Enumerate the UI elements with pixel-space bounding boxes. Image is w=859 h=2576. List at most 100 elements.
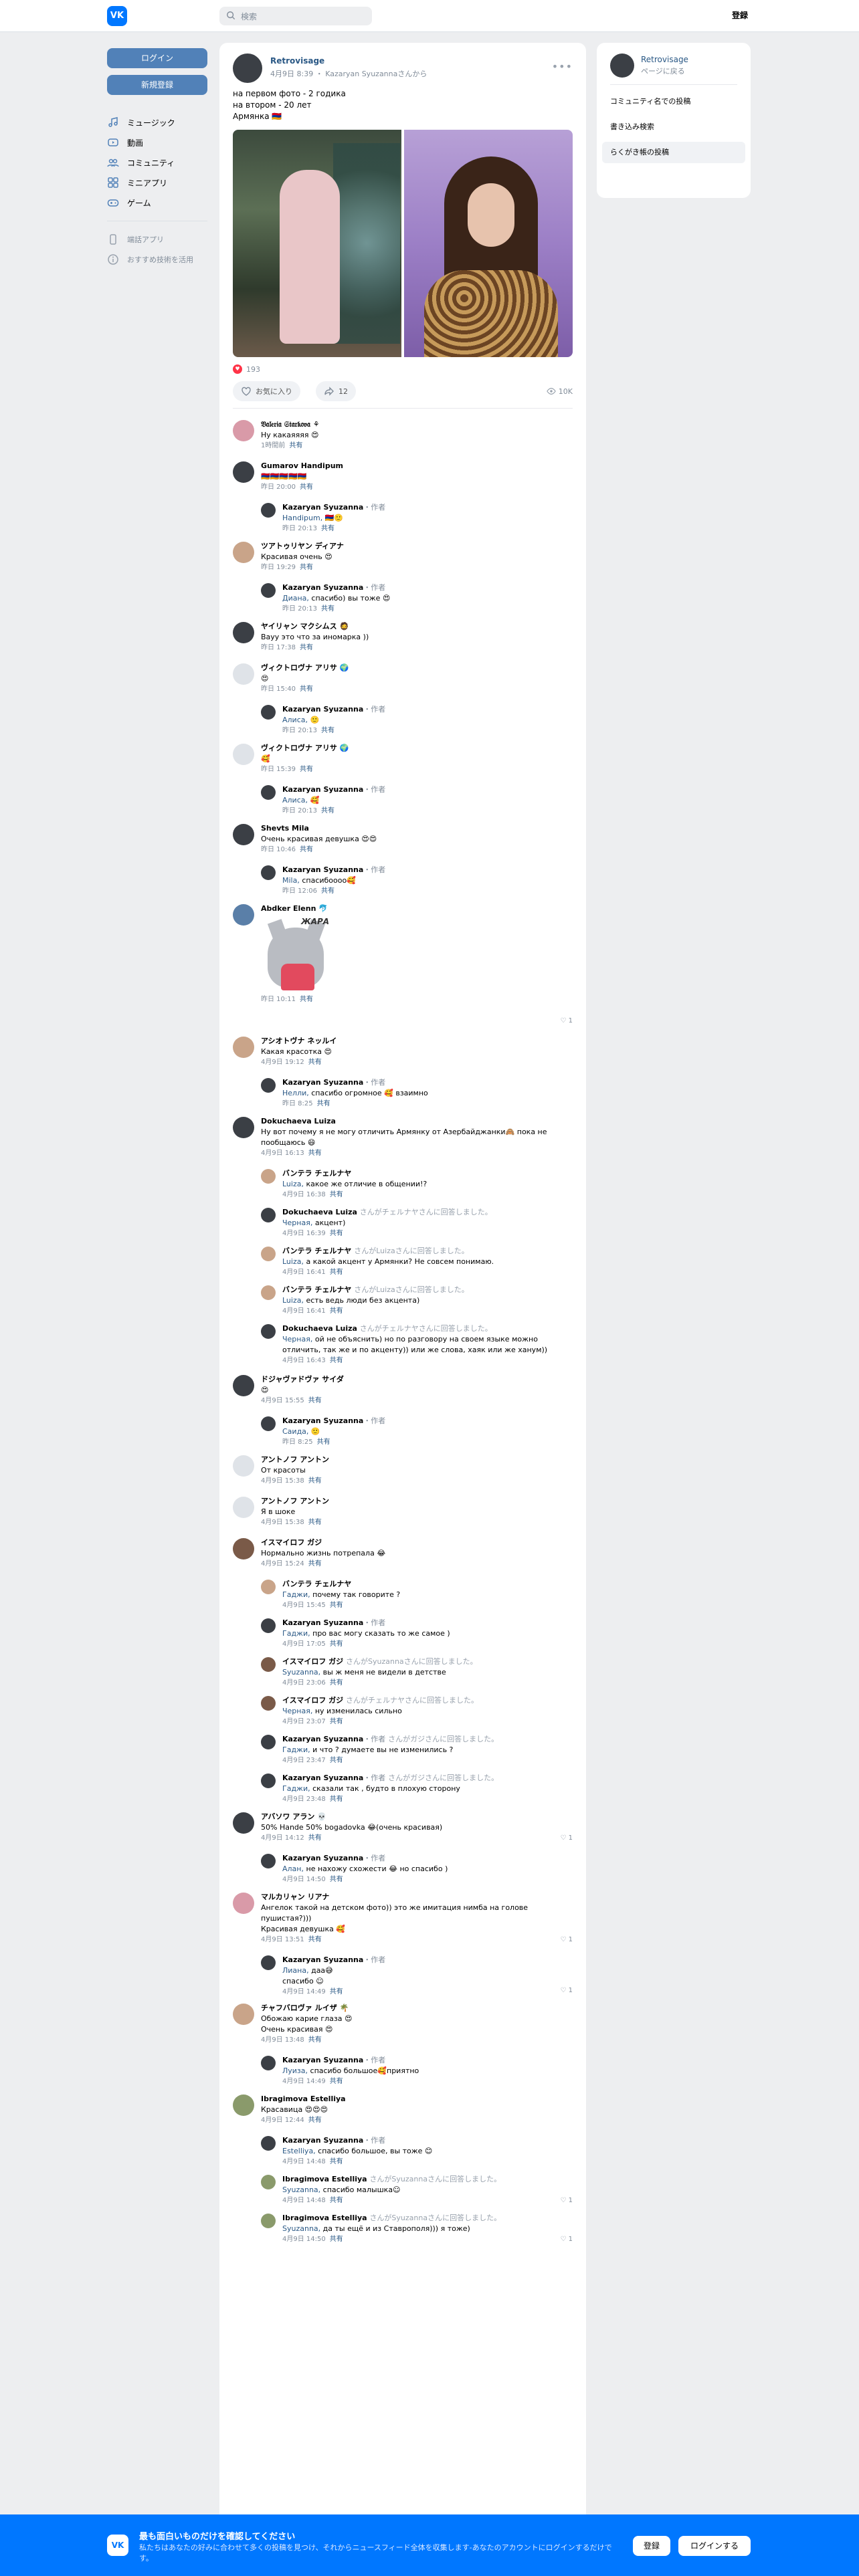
commenter-avatar[interactable] [261,1774,276,1788]
mention-link[interactable]: Luiza, [282,1257,304,1266]
commenter-name[interactable]: Kazaryan Syuzanna・作者 さんがガジさんに回答しました。 [282,1771,573,1784]
comment-share-link[interactable]: 共有 [330,1269,343,1276]
comment-share-link[interactable]: 共有 [330,1640,343,1648]
mention-link[interactable]: Саида, [282,1427,308,1436]
commenter-name-text[interactable]: アバソワ アラン 💀 [261,1812,326,1821]
post-author-avatar[interactable] [233,53,262,83]
commenter-avatar[interactable] [261,583,276,598]
commenter-name[interactable]: バンテラ チェルナヤ さんがLuizaさんに回答しました。 [282,1244,573,1257]
comment-share-link[interactable]: 共有 [330,1757,343,1764]
post-photo-adult[interactable] [404,130,573,357]
commenter-name-text[interactable]: バンテラ チェルナヤ [282,1285,351,1294]
comment-time[interactable]: 4月9日 13:48 [261,2036,304,2044]
banner-login-button[interactable]: ログインする [678,2536,751,2556]
mention-link[interactable]: Лиана, [282,1966,309,1975]
login-button[interactable]: ログイン [107,48,207,68]
commenter-name-text[interactable]: アントノフ アントン [261,1497,329,1505]
commenter-avatar[interactable] [233,1375,254,1396]
comment-share-link[interactable]: 共有 [300,766,313,773]
comment-share-link[interactable]: 共有 [308,1477,322,1485]
mention-link[interactable]: Syuzanna, [282,2185,320,2194]
commenter-avatar[interactable] [233,1455,254,1477]
comment-time[interactable]: 4月9日 23:47 [282,1757,326,1764]
comment-time[interactable]: 昨日 10:11 [261,996,296,1003]
commenter-name-text[interactable]: Dokuchaeva Luiza [282,1208,357,1216]
comment-time[interactable]: 1時間前 [261,442,285,449]
commenter-avatar[interactable] [261,2214,276,2228]
commenter-name-text[interactable]: Kazaryan Syuzanna [282,1078,363,1087]
comment-time[interactable]: 昨日 8:25 [282,1438,313,1446]
commenter-avatar[interactable] [261,1618,276,1633]
commenter-name-text[interactable]: Dokuchaeva Luiza [261,1117,336,1125]
commenter-avatar[interactable] [233,1037,254,1058]
comment-share-link[interactable]: 共有 [300,685,313,693]
commenter-avatar[interactable] [233,1497,254,1518]
comment-time[interactable]: 4月9日 13:51 [261,1936,304,1943]
commenter-name-text[interactable]: Kazaryan Syuzanna [282,1955,363,1964]
commenter-avatar[interactable] [261,705,276,720]
commenter-name[interactable]: マルカリャン リアナ [261,1890,573,1903]
comment-share-link[interactable]: 共有 [330,2078,343,2085]
comment-share-link[interactable]: 共有 [308,1560,322,1568]
commenter-name[interactable]: ドジャヴァドヴァ サイダ [261,1372,573,1385]
comment-share-link[interactable]: 共有 [321,807,335,815]
comment-time[interactable]: 4月9日 14:49 [282,1988,326,1996]
menu-community-posts[interactable]: コミュニティ名での投稿 [602,91,745,112]
mention-link[interactable]: Алиса, [282,716,308,724]
commenter-name[interactable]: Dokuchaeva Luiza [261,1114,573,1127]
post-photo-child[interactable] [233,130,401,357]
commenter-name[interactable]: Kazaryan Syuzanna・作者 [282,580,573,593]
commenter-name[interactable]: ヴィクトロヴナ アリサ 🌍 [261,661,573,673]
search-input[interactable]: 検索 [219,7,372,25]
commenter-avatar[interactable] [261,1285,276,1300]
mention-link[interactable]: Syuzanna, [282,1668,320,1677]
commenter-name-text[interactable]: バンテラ チェルナヤ [282,1169,351,1178]
comment-share-link[interactable]: 共有 [308,1834,322,1842]
commenter-name[interactable]: Dokuchaeva Luiza さんがチェルナヤさんに回答しました。 [282,1321,573,1334]
commenter-name-text[interactable]: Kazaryan Syuzanna [282,785,363,794]
menu-wall-posts[interactable]: らくがき帳の投稿 [602,142,745,163]
commenter-avatar[interactable] [261,1696,276,1711]
menu-search-posts[interactable]: 書き込み検索 [602,116,745,138]
commenter-name-text[interactable]: Kazaryan Syuzanna [282,2136,363,2145]
comment-time[interactable]: 4月9日 15:45 [282,1602,326,1609]
back-to-page-link[interactable]: ページに戻る [641,66,685,76]
comment-time[interactable]: 4月9日 19:12 [261,1059,304,1066]
nav-item-community[interactable]: コミュニティ [107,152,209,173]
commenter-name[interactable]: Kazaryan Syuzanna・作者 [282,702,573,715]
comment-share-link[interactable]: 共有 [289,442,302,449]
commenter-avatar[interactable] [233,904,254,926]
comment-like-button[interactable]: ♡ 1 [560,1017,573,1025]
nav-item-recommend[interactable]: おすすめ技術を活用 [107,249,209,270]
commenter-name[interactable]: Kazaryan Syuzanna・作者 [282,782,573,795]
mention-link[interactable]: Нелли, [282,1089,309,1097]
post-author-name[interactable]: Retrovisage [270,56,324,66]
comment-share-link[interactable]: 共有 [308,1397,322,1404]
commenter-name-text[interactable]: イスマイロフ ガジ [282,1657,343,1666]
commenter-name[interactable]: アントノフ アントン [261,1494,573,1507]
comment-share-link[interactable]: 共有 [300,484,313,491]
share-button[interactable]: 12 [316,381,356,401]
commenter-name-text[interactable]: アシオトヴナ ネッルイ [261,1037,337,1045]
comment-time[interactable]: 4月9日 15:38 [261,1519,304,1526]
commenter-name-text[interactable]: Ibragimova Estelliya [282,2175,367,2183]
mention-link[interactable]: Гаджи, [282,1745,310,1754]
commenter-avatar[interactable] [233,622,254,643]
comment-time[interactable]: 4月9日 16:39 [282,1230,326,1237]
commenter-avatar[interactable] [261,2175,276,2189]
comment-share-link[interactable]: 共有 [308,1936,322,1943]
mention-link[interactable]: Syuzanna, [282,2224,320,2233]
comment-share-link[interactable]: 共有 [308,2036,322,2044]
comment-time[interactable]: 4月9日 15:55 [261,1397,304,1404]
commenter-avatar[interactable] [233,824,254,845]
comment-time[interactable]: 4月9日 23:06 [282,1679,326,1687]
mention-link[interactable]: Luiza, [282,1296,304,1305]
mention-link[interactable]: Диана, [282,594,309,603]
commenter-name-text[interactable]: チャフバロヴァ ルイザ 🌴 [261,2004,349,2012]
commenter-name-text[interactable]: マルカリャン リアナ [261,1893,329,1901]
comment-share-link[interactable]: 共有 [330,1191,343,1198]
commenter-name-text[interactable]: Kazaryan Syuzanna [282,865,363,874]
comment-time[interactable]: 昨日 20:13 [282,727,317,734]
nav-item-mobile-app[interactable]: 端話アプリ [107,229,209,249]
commenter-name-text[interactable]: Ibragimova Estelliya [261,2095,346,2103]
